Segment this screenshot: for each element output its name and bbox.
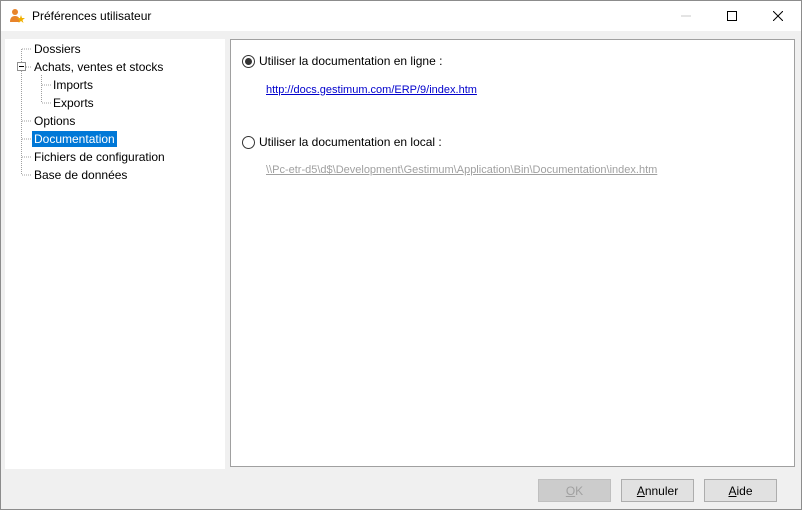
- app-icon: [9, 8, 26, 25]
- close-button[interactable]: [755, 1, 801, 31]
- tree-item-fichiers-configuration[interactable]: Fichiers de configuration: [32, 149, 167, 165]
- preferences-window: Préférences utilisateur Dossiers Achats,…: [0, 0, 802, 510]
- maximize-button[interactable]: [709, 1, 755, 31]
- tree-item-imports[interactable]: Imports: [51, 77, 95, 93]
- tree-item-base-de-donnees[interactable]: Base de données: [32, 167, 129, 183]
- tree-item-documentation[interactable]: Documentation: [32, 131, 117, 147]
- cancel-mnemonic: A: [636, 483, 645, 498]
- tree-item-options[interactable]: Options: [32, 113, 77, 129]
- ok-mnemonic: O: [565, 483, 576, 498]
- help-label-rest: ide: [736, 483, 753, 498]
- local-doc-radio[interactable]: Utiliser la documentation en local :: [242, 135, 442, 149]
- minimize-button[interactable]: [663, 1, 709, 31]
- help-button[interactable]: Aide: [704, 479, 777, 502]
- radio-unchecked-icon: [242, 135, 255, 149]
- collapse-icon: [17, 62, 26, 71]
- tree-item-exports[interactable]: Exports: [51, 95, 96, 111]
- ok-label-rest: K: [575, 483, 584, 498]
- help-mnemonic: A: [728, 483, 737, 498]
- cancel-label-rest: nnuler: [644, 483, 679, 498]
- online-doc-link[interactable]: http://docs.gestimum.com/ERP/9/index.htm: [266, 84, 477, 96]
- online-doc-label: Utiliser la documentation en ligne :: [259, 54, 443, 68]
- preferences-tree: Dossiers Achats, ventes et stocks Import…: [5, 39, 225, 469]
- ok-button[interactable]: OK: [538, 479, 611, 502]
- local-doc-label: Utiliser la documentation en local :: [259, 135, 442, 149]
- documentation-panel: Utiliser la documentation en ligne : htt…: [230, 39, 795, 467]
- local-doc-path: \\Pc-etr-d5\d$\Development\Gestimum\Appl…: [266, 164, 658, 176]
- minimize-icon: [681, 15, 691, 17]
- tree-item-achats-ventes-stocks[interactable]: Achats, ventes et stocks: [32, 59, 165, 75]
- title-bar: Préférences utilisateur: [1, 1, 801, 31]
- close-icon: [773, 11, 783, 21]
- window-title: Préférences utilisateur: [32, 9, 152, 23]
- tree-item-dossiers[interactable]: Dossiers: [32, 41, 83, 57]
- maximize-icon: [727, 11, 737, 21]
- cancel-button[interactable]: Annuler: [621, 479, 694, 502]
- online-doc-radio[interactable]: Utiliser la documentation en ligne :: [242, 54, 442, 68]
- radio-checked-icon: [242, 54, 255, 68]
